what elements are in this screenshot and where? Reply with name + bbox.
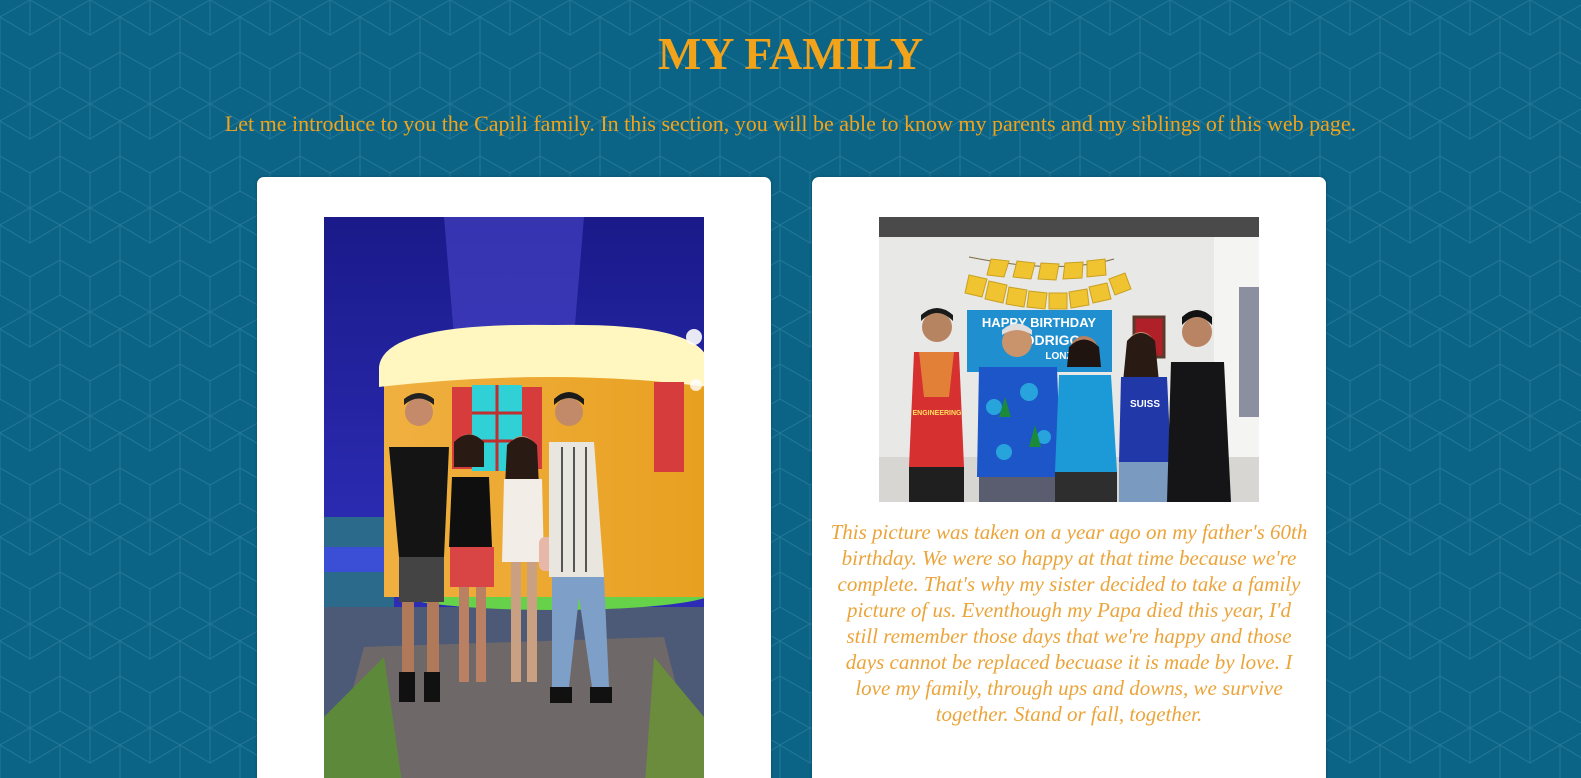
poster-line-1: HAPPY BIRTHDAY [982,315,1096,330]
family-night-photo [324,217,704,778]
intro-text: Let me introduce to you the Capili famil… [224,111,1357,136]
family-card-2: HAPPY BIRTHDAY RODRIGO LONZ ENGINEERING [812,177,1326,778]
page-title: MY FAMILY [657,28,924,79]
family-card-1 [257,177,771,778]
jersey-text: ENGINEERING [912,410,962,417]
birthday-family-photo: HAPPY BIRTHDAY RODRIGO LONZ ENGINEERING [879,217,1259,502]
photo-caption: This picture was taken on a year ago on … [830,520,1308,726]
shirt-text: SUISS [1130,399,1160,410]
